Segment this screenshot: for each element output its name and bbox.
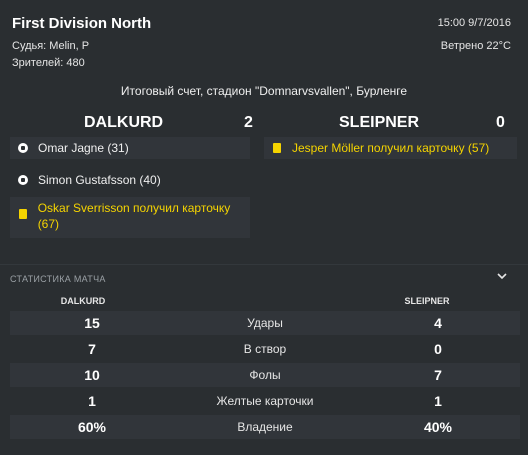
- stat-row-fouls: 10 Фолы 7: [10, 363, 520, 387]
- stat-home-value: 7: [88, 341, 96, 357]
- goal-ball-icon: [16, 143, 30, 153]
- stat-away-value: 1: [434, 393, 442, 409]
- event-goal-1[interactable]: Omar Jagne (31): [10, 137, 250, 159]
- stat-away-value: 7: [434, 367, 442, 383]
- event-goal-2[interactable]: Simon Gustafsson (40): [10, 169, 250, 191]
- event-card-away[interactable]: Jesper Möller получил карточку (57): [264, 137, 517, 159]
- event-text: Jesper Möller получил карточку (57): [292, 141, 490, 155]
- stat-label: Фолы: [249, 368, 281, 382]
- stat-home-value: 60%: [77, 419, 107, 435]
- weather-info: Ветрено 22°C: [440, 40, 511, 52]
- stat-away-value: 40%: [423, 419, 453, 435]
- stat-row-yellow-cards: 1 Желтые карточки 1: [10, 389, 520, 413]
- stats-home-label: DALKURD: [60, 296, 106, 306]
- home-team-name[interactable]: DALKURD: [84, 114, 163, 132]
- section-divider: [0, 264, 528, 265]
- away-team-name[interactable]: SLEIPNER: [339, 114, 419, 132]
- league-title: First Division North: [12, 15, 152, 32]
- stat-row-possession: 60% Владение 40%: [10, 415, 520, 439]
- stats-away-label: SLEIPNER: [404, 296, 450, 306]
- stat-label: В створ: [243, 342, 287, 356]
- result-summary: Итоговый счет, стадион "Domnarvsvallen",…: [120, 84, 408, 98]
- away-score: 0: [496, 114, 505, 131]
- event-text: Simon Gustafsson (40): [38, 173, 161, 187]
- stat-home-value: 1: [88, 393, 96, 409]
- stat-row-shots: 15 Удары 4: [10, 311, 520, 335]
- stat-home-value: 15: [84, 315, 100, 331]
- stat-away-value: 4: [434, 315, 442, 331]
- referee-info: Судья: Melin, P: [12, 40, 90, 52]
- stat-label: Владение: [237, 420, 293, 434]
- chevron-down-icon[interactable]: [496, 270, 508, 282]
- event-text: Oskar Sverrisson получил карточку (67): [37, 201, 231, 231]
- stat-label: Удары: [247, 316, 283, 330]
- attendance-info: Зрителей: 480: [12, 57, 85, 69]
- match-datetime: 15:00 9/7/2016: [437, 17, 511, 29]
- stats-section-title: СТАТИСТИКА МАТЧА: [10, 274, 106, 284]
- stat-label: Желтые карточки: [216, 394, 314, 408]
- goal-ball-icon: [16, 175, 30, 185]
- stat-home-value: 10: [84, 367, 100, 383]
- yellow-card-icon: [16, 209, 30, 219]
- stat-away-value: 0: [434, 341, 442, 357]
- event-text: Omar Jagne (31): [38, 141, 129, 155]
- home-score: 2: [244, 114, 253, 131]
- stat-row-on-target: 7 В створ 0: [10, 337, 520, 361]
- event-card-home[interactable]: Oskar Sverrisson получил карточку (67): [10, 197, 250, 238]
- yellow-card-icon: [270, 143, 284, 153]
